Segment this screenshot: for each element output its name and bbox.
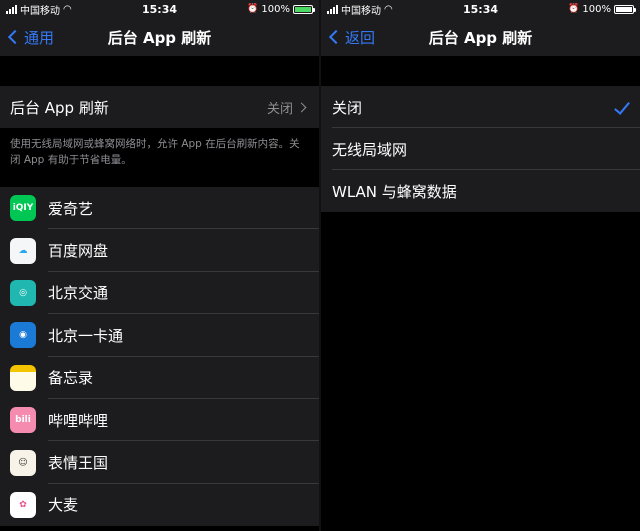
battery-icon — [293, 4, 315, 14]
app-name: 备忘录 — [48, 369, 94, 388]
back-button[interactable]: 通用 — [6, 27, 54, 48]
refresh-option-row[interactable]: 无线局域网 — [321, 128, 640, 170]
app-row[interactable]: iQIY 爱奇艺 — [0, 187, 319, 230]
background-refresh-value: 关闭 — [266, 101, 293, 117]
nav-bar: 返回 后台 App 刷新 — [321, 18, 640, 56]
back-label: 返回 — [345, 28, 376, 47]
notes-icon — [10, 364, 36, 391]
app-row[interactable]: ◉ 北京一卡通 — [0, 314, 319, 357]
carrier-label: 中国移动 — [20, 5, 60, 17]
carrier-label: 中国移动 — [341, 5, 381, 17]
status-bar: 中国移动 ◠ 15:34 ⏰ 100% — [321, 0, 640, 18]
chevron-right-icon — [296, 102, 307, 112]
battery-percent: 100% — [261, 3, 290, 15]
checkmark-icon — [614, 98, 630, 115]
wifi-icon: ◠ — [384, 3, 393, 15]
background-refresh-options-screen: 中国移动 ◠ 15:34 ⏰ 100% 返回 后台 App 刷新 关闭无线局域网… — [321, 0, 640, 531]
beijing-card-icon: ◉ — [10, 322, 36, 349]
bilibili-icon: bili — [10, 407, 36, 434]
refresh-option-row[interactable]: 关闭 — [321, 86, 640, 128]
battery-icon — [614, 4, 636, 14]
baidu-netdisk-icon: ☁ — [10, 237, 36, 264]
refresh-option-label: 关闭 — [332, 98, 363, 117]
app-row[interactable]: ✿ 大麦 — [0, 484, 319, 526]
background-refresh-settings-screen: 中国移动 ◠ 15:34 ⏰ 100% 通用 后台 App 刷新 后台 App … — [0, 0, 319, 531]
damai-icon: ✿ — [10, 491, 36, 518]
footer-note: 使用无线局域网或蜂窝网络时，允许 App 在后台刷新内容。关闭 App 有助于节… — [0, 128, 319, 187]
refresh-option-label: 无线局域网 — [332, 140, 408, 159]
app-name: 爱奇艺 — [48, 199, 94, 218]
refresh-option-list: 关闭无线局域网 WLAN 与蜂窝数据 — [321, 86, 640, 212]
iqiyi-icon: iQIY — [10, 195, 36, 222]
signal-icon — [6, 4, 17, 14]
chevron-left-icon — [328, 29, 344, 45]
app-name: 大麦 — [48, 496, 79, 515]
app-row[interactable]: bili 哔哩哔哩 — [0, 399, 319, 442]
app-name: 北京交通 — [48, 284, 109, 303]
beijing-transport-icon: ◎ — [10, 279, 36, 306]
nav-bar: 通用 后台 App 刷新 — [0, 18, 319, 56]
alarm-icon: ⏰ — [247, 4, 259, 14]
app-name: 百度网盘 — [48, 242, 109, 261]
app-name: 表情王国 — [48, 454, 109, 473]
back-button[interactable]: 返回 — [327, 27, 375, 48]
signal-icon — [327, 4, 338, 14]
app-name: 哔哩哔哩 — [48, 411, 109, 430]
app-row[interactable]: ◎ 北京交通 — [0, 272, 319, 315]
app-row[interactable]: ☺ 表情王国 — [0, 441, 319, 485]
app-name: 北京一卡通 — [48, 326, 124, 345]
section-spacer — [0, 56, 319, 86]
app-row[interactable]: ☁ 百度网盘 — [0, 229, 319, 273]
refresh-option-row[interactable]: WLAN 与蜂窝数据 — [321, 170, 640, 212]
battery-percent: 100% — [582, 3, 611, 15]
background-refresh-label: 后台 App 刷新 — [10, 98, 109, 117]
emoji-kingdom-icon: ☺ — [10, 449, 36, 476]
background-refresh-row[interactable]: 后台 App 刷新 关闭 — [0, 86, 319, 128]
app-list: iQIY 爱奇艺 ☁ 百度网盘 ◎ 北京交通 ◉ 北京一卡通备忘录 bili 哔哩哔哩 ☺ 表情王国 ✿… — [0, 187, 319, 527]
status-bar: 中国移动 ◠ 15:34 ⏰ 100% — [0, 0, 319, 18]
back-label: 通用 — [24, 28, 55, 47]
alarm-icon: ⏰ — [568, 4, 580, 14]
wifi-icon: ◠ — [63, 3, 72, 15]
chevron-left-icon — [7, 29, 23, 45]
refresh-option-label: WLAN 与蜂窝数据 — [332, 182, 457, 201]
app-row[interactable]: 备忘录 — [0, 357, 319, 400]
